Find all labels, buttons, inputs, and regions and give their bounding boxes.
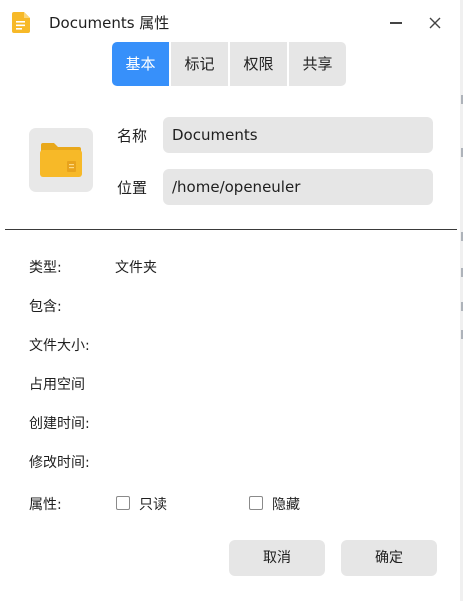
size-label: 文件大小: <box>29 338 90 354</box>
name-label: 名称 <box>117 127 148 145</box>
tab-tags[interactable]: 标记 <box>171 42 228 86</box>
type-value: 文件夹 <box>115 260 157 276</box>
title-bar: Documents 属性 <box>0 0 460 44</box>
window-title: Documents 属性 <box>49 14 170 32</box>
tab-permissions[interactable]: 权限 <box>230 42 287 86</box>
readonly-label: 只读 <box>139 497 167 513</box>
readonly-checkbox[interactable] <box>116 496 130 510</box>
modified-label: 修改时间: <box>29 455 90 471</box>
tab-basic[interactable]: 基本 <box>112 42 169 86</box>
location-field[interactable]: /home/openeuler <box>163 169 433 205</box>
cancel-button[interactable]: 取消 <box>229 540 325 576</box>
attributes-label: 属性: <box>29 497 62 513</box>
minimize-button[interactable] <box>384 11 408 35</box>
divider <box>5 229 457 230</box>
document-icon <box>12 12 30 33</box>
created-label: 创建时间: <box>29 416 90 432</box>
close-button[interactable] <box>423 11 447 35</box>
contains-label: 包含: <box>29 299 62 315</box>
hidden-checkbox[interactable] <box>249 496 263 510</box>
close-icon <box>429 17 441 29</box>
hidden-label: 隐藏 <box>272 497 300 513</box>
tab-sharing[interactable]: 共享 <box>289 42 346 86</box>
folder-icon <box>40 143 82 177</box>
name-field[interactable]: Documents <box>163 117 433 153</box>
ok-button[interactable]: 确定 <box>341 540 437 576</box>
folder-preview <box>29 128 93 192</box>
type-label: 类型: <box>29 260 62 276</box>
disk-usage-label: 占用空间 <box>29 377 85 393</box>
location-label: 位置 <box>117 179 148 197</box>
tab-bar: 基本 标记 权限 共享 <box>112 42 346 86</box>
